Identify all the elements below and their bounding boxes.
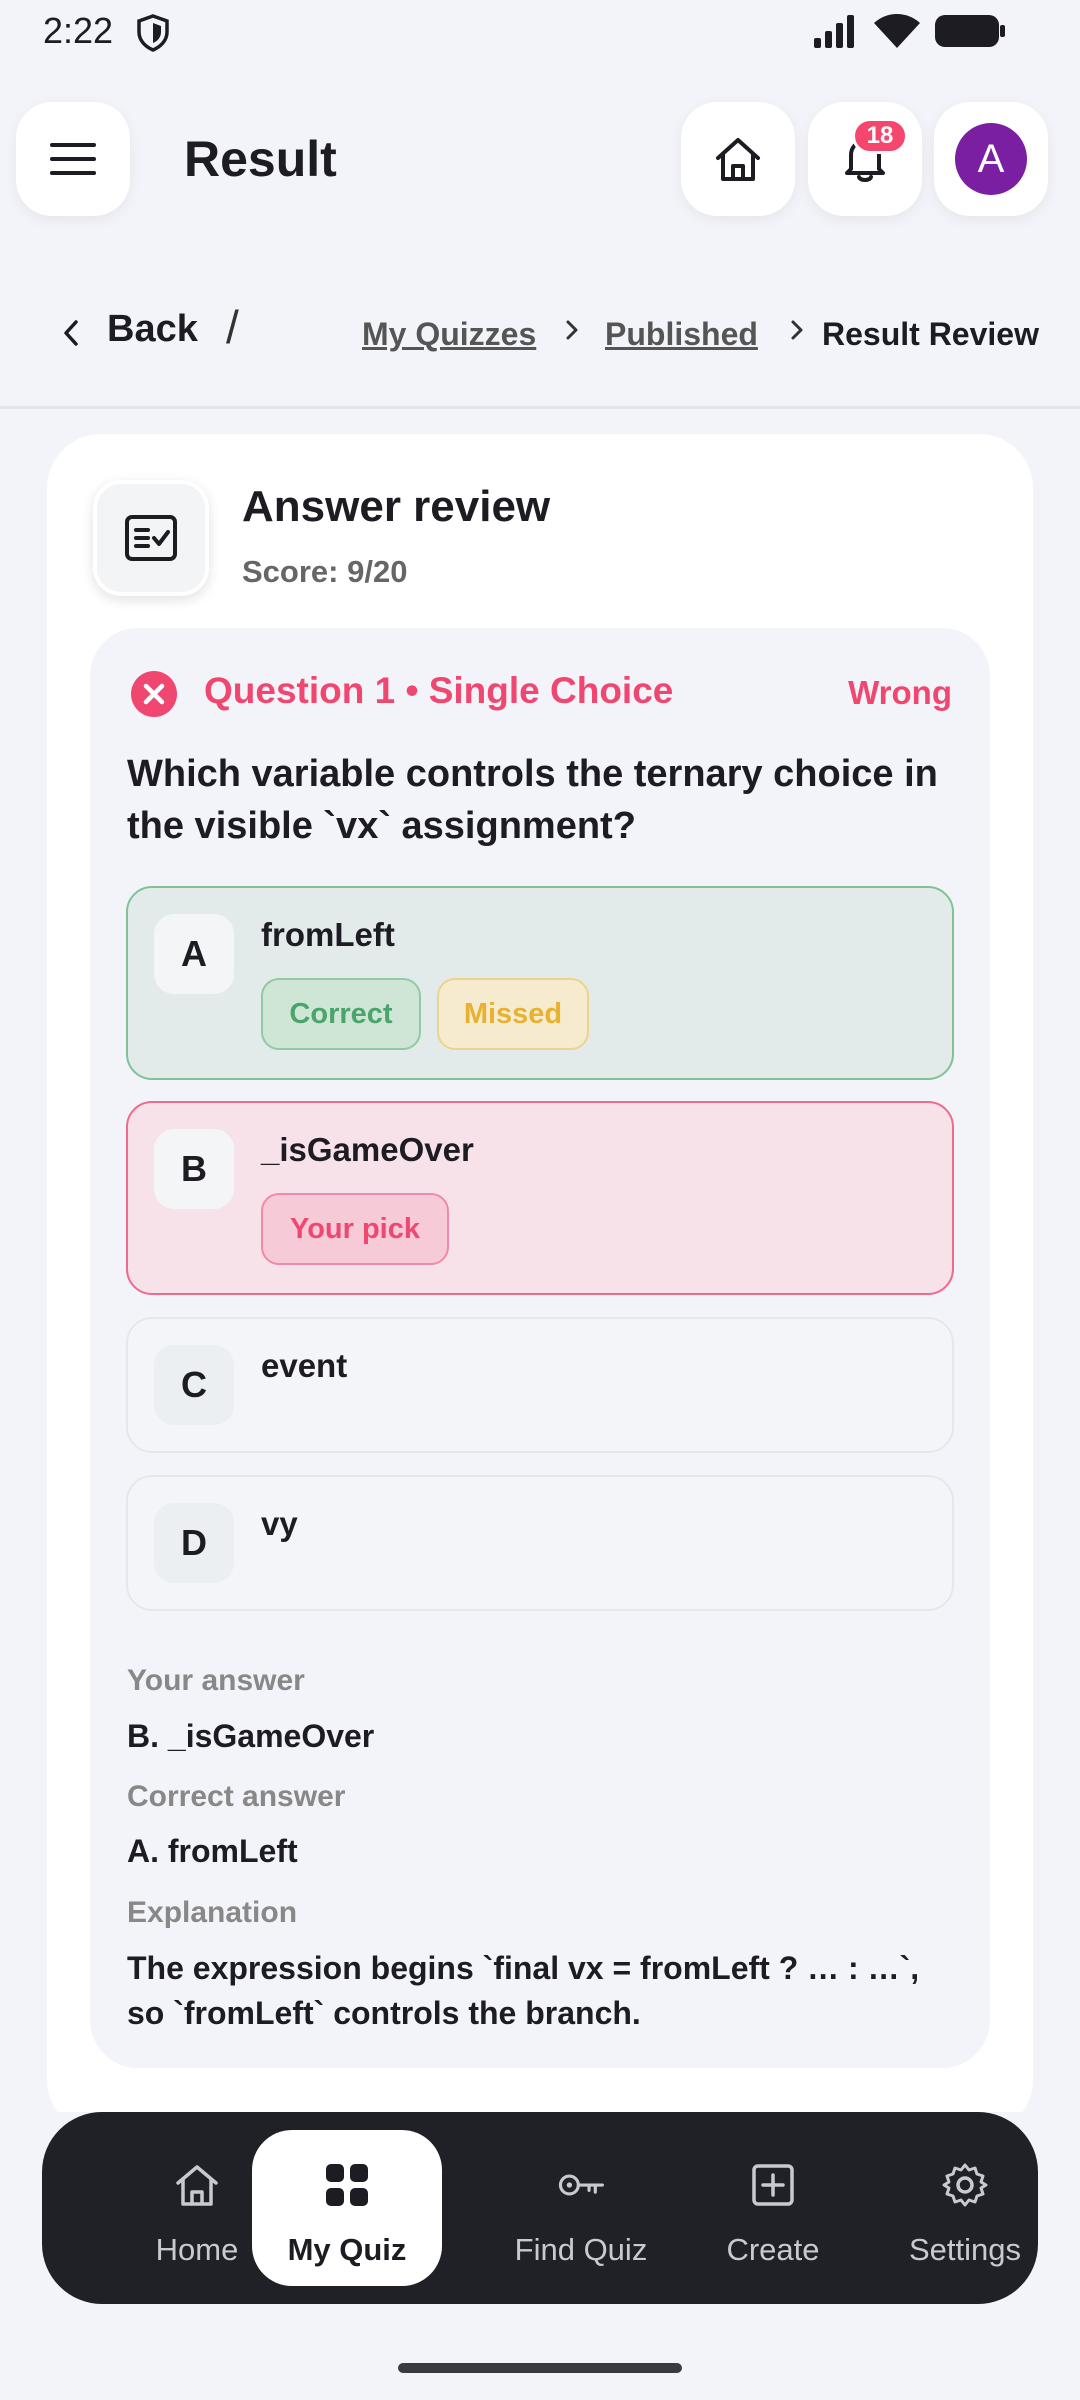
notification-badge: 18 (852, 118, 908, 154)
option-c: C event (126, 1317, 954, 1453)
option-text: event (261, 1347, 348, 1384)
option-b: B _isGameOver Your pick (126, 1101, 954, 1295)
your-answer-label: Your answer (127, 1664, 305, 1697)
question-header: Question 1 • Single Choice (204, 670, 674, 711)
missed-tag: Missed (437, 978, 589, 1050)
option-text: vy (261, 1505, 298, 1542)
breadcrumb: Back / My Quizzes Published Result Revie… (0, 296, 1080, 372)
hamburger-icon (50, 143, 96, 175)
breadcrumb-my-quizzes[interactable]: My Quizzes (362, 316, 536, 353)
home-button[interactable] (681, 102, 795, 216)
nav-my-quiz[interactable]: My Quiz (252, 2130, 442, 2286)
breadcrumb-slash: / (226, 301, 239, 353)
status-time: 2:22 (43, 10, 114, 51)
option-a: A fromLeft Correct Missed (126, 886, 954, 1080)
breadcrumb-published[interactable]: Published (605, 316, 758, 353)
signal-icon (814, 15, 854, 48)
your-answer-value: B. _isGameOver (127, 1718, 375, 1754)
option-letter: B (154, 1129, 234, 1209)
bottom-nav: Home My Quiz Find Quiz Create Settings (42, 2112, 1038, 2304)
review-badge (93, 480, 209, 596)
nav-create[interactable]: Create (678, 2112, 868, 2304)
chevron-left-icon[interactable] (58, 318, 84, 348)
breadcrumb-current: Result Review (822, 316, 1039, 352)
option-letter: D (154, 1503, 234, 1583)
back-button[interactable]: Back (107, 308, 198, 351)
option-text: fromLeft (261, 916, 395, 953)
correct-answer-value: A. fromLeft (127, 1833, 298, 1869)
nav-find-quiz[interactable]: Find Quiz (486, 2112, 676, 2304)
page-title: Result (184, 131, 337, 187)
option-letter: A (154, 914, 234, 994)
chevron-right-icon (791, 320, 803, 340)
key-icon (558, 2174, 604, 2196)
profile-button[interactable]: A (934, 102, 1048, 216)
plus-square-icon (752, 2164, 794, 2206)
checklist-icon (125, 515, 177, 561)
shield-icon (137, 14, 169, 52)
home-icon (176, 2165, 218, 2206)
menu-button[interactable] (16, 102, 130, 216)
grid-icon (326, 2164, 368, 2206)
nav-settings[interactable]: Settings (870, 2112, 1060, 2304)
option-text: _isGameOver (261, 1131, 474, 1168)
nav-label: Find Quiz (514, 2232, 648, 2267)
answer-review-card: Answer review Score: 9/20 Question 1 • S… (47, 434, 1033, 2134)
question-panel: Question 1 • Single Choice Wrong Which v… (90, 628, 990, 2068)
correct-answer-label: Correct answer (127, 1780, 346, 1813)
option-letter: C (154, 1345, 234, 1425)
explanation-text: The expression begins `final vx = fromLe… (127, 1950, 920, 2031)
correct-tag: Correct (261, 978, 421, 1050)
wrong-x-icon (131, 671, 177, 717)
nav-label: Settings (908, 2232, 1021, 2267)
score-label: Score: 9/20 (242, 554, 408, 589)
status-bar: 2:22 (0, 0, 1080, 64)
avatar: A (955, 123, 1027, 195)
review-title: Answer review (242, 482, 551, 531)
nav-label: Create (726, 2232, 820, 2267)
wifi-icon (874, 14, 920, 48)
question-status: Wrong (848, 674, 952, 711)
home-icon (716, 138, 760, 181)
home-indicator[interactable] (398, 2363, 682, 2373)
option-d: D vy (126, 1475, 954, 1611)
battery-icon (935, 15, 1005, 47)
explanation-label: Explanation (127, 1896, 298, 1929)
header-divider (0, 406, 1080, 409)
chevron-right-icon (566, 320, 578, 340)
question-text: Which variable controls the ternary choi… (127, 753, 938, 847)
nav-label: My Quiz (287, 2232, 407, 2267)
your-pick-tag: Your pick (261, 1193, 449, 1265)
top-app-bar: Result 18 A (0, 100, 1080, 220)
gear-icon (942, 2163, 988, 2207)
